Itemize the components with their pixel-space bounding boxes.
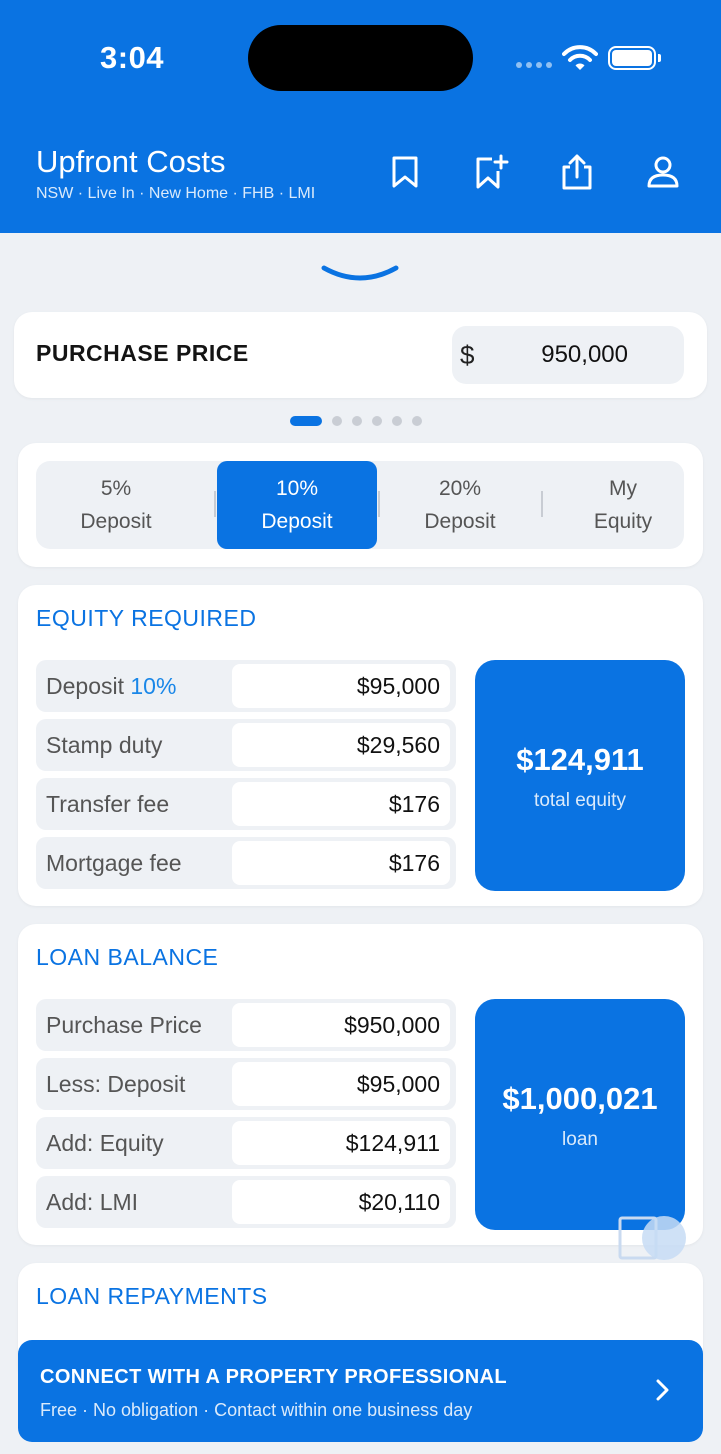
total-equity-summary: $124,911 total equity [475, 660, 685, 891]
row-value: $950,000 [344, 1012, 440, 1038]
row-value: $95,000 [356, 673, 440, 699]
equity-row-stamp-duty: Stamp duty $29,560 [36, 719, 456, 771]
deposit-selector-card: 5% Deposit 10% Deposit 20% Deposit My Eq… [18, 443, 703, 567]
row-value: $176 [388, 850, 440, 876]
page-dot[interactable] [332, 416, 342, 426]
battery-icon [608, 46, 661, 70]
row-label: Deposit 10% [46, 673, 176, 700]
cta-title: CONNECT WITH A PROPERTY PROFESSIONAL [40, 1366, 508, 1388]
page-indicator[interactable] [290, 416, 422, 426]
loan-row-less-deposit: Less: Deposit $95,000 [36, 1058, 456, 1110]
row-label: Add: LMI [46, 1189, 139, 1215]
chevron-right-icon [656, 1379, 669, 1401]
total-equity-value: $124,911 [516, 742, 644, 777]
loan-row-add-lmi: Add: LMI $20,110 [36, 1176, 456, 1228]
row-value: $124,911 [345, 1130, 440, 1156]
row-value-box: $950,000 [232, 1003, 450, 1047]
row-value-box: $95,000 [232, 1062, 450, 1106]
tab-line2: Equity [593, 510, 653, 533]
tab-line1: 10% [275, 477, 319, 500]
purchase-price-input[interactable]: $ 950,000 [452, 326, 684, 384]
tab-line1: My [609, 477, 637, 500]
total-equity-label: total equity [534, 790, 626, 811]
row-label: Mortgage fee [46, 850, 182, 876]
deposit-percent: 10% [130, 673, 177, 699]
loan-row-purchase-price: Purchase Price $950,000 [36, 999, 456, 1051]
row-value-box: $20,110 [232, 1180, 450, 1224]
bookmark-add-icon[interactable] [472, 150, 512, 194]
row-value: $20,110 [358, 1189, 440, 1215]
equity-row-deposit: Deposit 10% $95,000 [36, 660, 456, 712]
tab-5-percent-deposit[interactable]: 5% Deposit [36, 461, 196, 549]
row-value: $29,560 [356, 732, 440, 758]
tab-10-percent-deposit[interactable]: 10% Deposit [217, 461, 377, 549]
page-title: Upfront Costs [36, 144, 226, 179]
bookmark-icon[interactable] [385, 150, 425, 194]
tab-divider [214, 491, 216, 517]
row-label: Less: Deposit [46, 1071, 186, 1097]
loan-row-add-equity: Add: Equity $124,911 [36, 1117, 456, 1169]
page-dot[interactable] [392, 416, 402, 426]
row-label: Purchase Price [46, 1012, 202, 1038]
purchase-price-value: 950,000 [541, 341, 628, 368]
deposit-segmented-control: 5% Deposit 10% Deposit 20% Deposit My Eq… [36, 461, 684, 549]
section-title-equity: EQUITY REQUIRED [36, 605, 257, 631]
purchase-price-card: PURCHASE PRICE $ 950,000 [14, 312, 707, 398]
equity-required-card: EQUITY REQUIRED Deposit 10% $95,000 Stam… [18, 585, 703, 906]
purchase-price-label: PURCHASE PRICE [36, 340, 249, 366]
page-subtitle: NSW · Live In · New Home · FHB · LMI [36, 185, 316, 202]
row-value: $95,000 [356, 1071, 440, 1097]
tab-line1: 5% [100, 477, 132, 500]
page-dot[interactable] [352, 416, 362, 426]
equity-row-mortgage-fee: Mortgage fee $176 [36, 837, 456, 889]
tab-line2: Deposit [80, 510, 152, 533]
cellular-signal-icon [516, 62, 552, 70]
page-dot[interactable] [412, 416, 422, 426]
row-label: Transfer fee [46, 791, 170, 817]
row-value-box: $176 [232, 782, 450, 826]
row-label-text: Deposit [46, 673, 131, 699]
cta-subtitle: Free · No obligation · Contact within on… [40, 1400, 473, 1420]
total-loan-summary: $1,000,021 loan [475, 999, 685, 1230]
total-loan-value: $1,000,021 [502, 1081, 658, 1116]
dynamic-island [248, 25, 473, 91]
wifi-icon [562, 45, 598, 70]
currency-symbol: $ [460, 340, 475, 370]
share-icon[interactable] [557, 150, 597, 194]
equity-row-transfer-fee: Transfer fee $176 [36, 778, 456, 830]
row-label: Add: Equity [46, 1130, 164, 1156]
tab-my-equity[interactable]: My Equity [543, 461, 703, 549]
row-value-box: $95,000 [232, 664, 450, 708]
row-value-box: $176 [232, 841, 450, 885]
tab-line1: 20% [438, 477, 482, 500]
status-time: 3:04 [100, 40, 165, 75]
profile-icon[interactable] [643, 150, 683, 194]
loan-balance-card: LOAN BALANCE Purchase Price $950,000 Les… [18, 924, 703, 1245]
tab-20-percent-deposit[interactable]: 20% Deposit [380, 461, 540, 549]
row-label: Stamp duty [46, 732, 163, 758]
total-loan-label: loan [562, 1129, 598, 1150]
page-dot[interactable] [372, 416, 382, 426]
connect-professional-button[interactable]: CONNECT WITH A PROPERTY PROFESSIONAL Fre… [18, 1340, 703, 1442]
collapse-chevron-icon[interactable] [320, 262, 400, 284]
row-value-box: $29,560 [232, 723, 450, 767]
row-value: $176 [388, 791, 440, 817]
tab-line2: Deposit [424, 510, 496, 533]
row-value-box: $124,911 [232, 1121, 450, 1165]
app-header: 3:04 Upfront Costs NSW · Live In · New H… [0, 0, 721, 233]
section-title-loan-balance: LOAN BALANCE [36, 944, 219, 970]
floating-chat-icon[interactable] [616, 1212, 688, 1264]
section-title-loan-repayments: LOAN REPAYMENTS [36, 1283, 268, 1309]
tab-line2: Deposit [261, 510, 333, 533]
page-dot-active[interactable] [290, 416, 322, 426]
